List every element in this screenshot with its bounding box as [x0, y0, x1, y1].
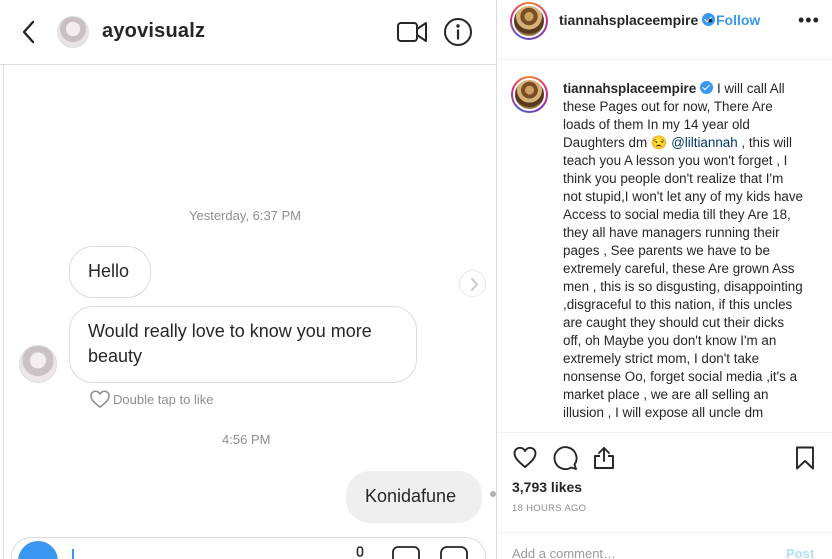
message-timestamp: Yesterday, 6:37 PM [189, 208, 302, 223]
caption-text-continued: , this will teach you A lesson you won't… [563, 135, 803, 420]
follow-button[interactable]: Follow [716, 12, 760, 28]
post-header: tiannahsplaceempire • Follow ••• [497, 0, 832, 60]
microphone-icon[interactable] [354, 546, 366, 559]
post-caption: tiannahsplaceempire I will call All thes… [563, 80, 803, 422]
contact-username[interactable]: ayovisualz [102, 20, 205, 43]
contact-avatar[interactable] [57, 16, 89, 48]
dm-header: ayovisualz [0, 0, 497, 65]
dm-panel: ayovisualz Yesterday, 6:37 PM Hello Woul… [0, 0, 497, 559]
text-cursor [72, 549, 74, 559]
separator-dot: • [708, 12, 713, 28]
more-options-icon[interactable]: ••• [798, 10, 820, 31]
post-panel: tiannahsplaceempire • Follow ••• tiannah… [497, 0, 832, 559]
message-bubble[interactable]: Would really love to know you more beaut… [69, 306, 417, 383]
message-timestamp: 4:56 PM [222, 432, 271, 447]
bookmark-icon[interactable] [793, 445, 817, 471]
author-username[interactable]: tiannahsplaceempire [559, 12, 716, 28]
caption-author-avatar[interactable] [511, 76, 548, 113]
double-tap-hint[interactable]: Double tap to like [89, 389, 213, 409]
video-call-icon[interactable] [396, 18, 428, 46]
gallery-icon[interactable] [392, 546, 420, 559]
add-comment-input[interactable]: Add a comment… [512, 546, 616, 559]
verified-badge-icon [700, 81, 714, 94]
message-text: Would really love to know you more beaut… [88, 321, 372, 366]
author-username-text: tiannahsplaceempire [559, 12, 699, 28]
info-icon[interactable] [443, 17, 473, 47]
double-tap-label: Double tap to like [113, 391, 214, 407]
sender-avatar[interactable] [19, 345, 57, 383]
post-time-ago[interactable]: 18 HOURS AGO [512, 503, 586, 514]
heart-icon [90, 390, 110, 408]
author-avatar[interactable] [510, 2, 548, 40]
scroll-circle[interactable] [459, 270, 486, 297]
like-count[interactable]: 3,793 likes [512, 479, 582, 495]
message-bubble[interactable]: Hello [69, 246, 151, 298]
message-options-dot[interactable] [490, 491, 496, 497]
message-text: Hello [88, 261, 130, 281]
post-comment-button[interactable]: Post [786, 546, 814, 559]
panel-divider [3, 65, 4, 559]
caption-username[interactable]: tiannahsplaceempire [563, 81, 696, 96]
comment-icon[interactable] [552, 445, 578, 471]
caption-mention-link[interactable]: @liltiannah [671, 135, 737, 150]
message-text: Konidafune [365, 486, 457, 506]
heart-send-icon[interactable] [440, 546, 468, 559]
share-icon[interactable] [592, 445, 616, 471]
like-heart-icon[interactable] [512, 445, 538, 471]
caption-scroll-area[interactable]: tiannahsplaceempire I will call All thes… [497, 60, 832, 432]
chevron-right-icon [471, 278, 478, 291]
back-chevron-icon[interactable] [16, 18, 42, 46]
my-message-bubble[interactable]: Konidafune [346, 471, 482, 523]
